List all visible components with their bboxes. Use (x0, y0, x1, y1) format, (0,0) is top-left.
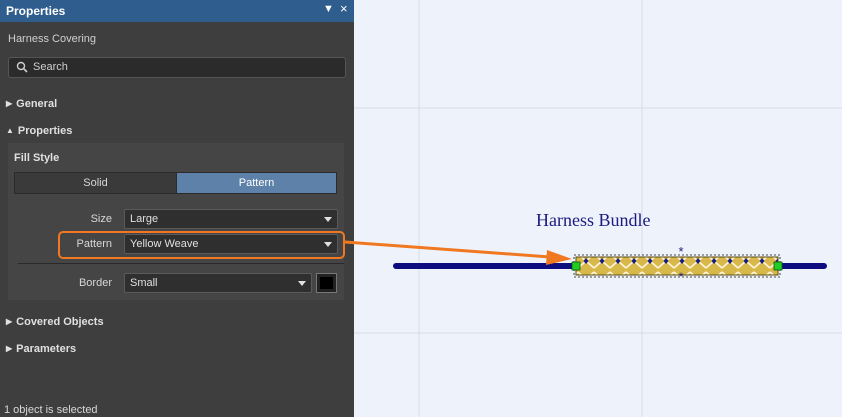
fill-style-solid-button[interactable]: Solid (14, 172, 177, 194)
size-dropdown[interactable]: Large (124, 209, 338, 229)
size-value: Large (130, 213, 159, 225)
border-value: Small (130, 277, 158, 289)
size-label: Size (90, 213, 112, 225)
schematic-canvas[interactable]: * * (354, 0, 842, 417)
section-properties[interactable]: ▲ Properties (6, 125, 72, 137)
section-general[interactable]: ▶ General (6, 98, 57, 110)
harness-bundle-label[interactable]: Harness Bundle (536, 210, 650, 231)
properties-panel: Properties ▼ × Harness Covering ▶General… (0, 0, 354, 417)
chevron-down-icon (324, 242, 332, 247)
chevron-down-icon (324, 217, 332, 222)
object-type-label: Harness Covering (8, 33, 97, 45)
expand-triangle-icon: ▶ (6, 344, 13, 353)
collapse-triangle-icon: ▲ (6, 126, 14, 135)
border-label: Border (78, 277, 112, 289)
divider (18, 263, 344, 264)
fill-style-pattern-button[interactable]: Pattern (176, 172, 337, 194)
section-covered-objects[interactable]: ▶ Covered Objects (6, 316, 104, 328)
section-parameters[interactable]: ▶ Parameters (6, 343, 76, 355)
search-input[interactable] (33, 60, 333, 74)
border-color-swatch[interactable] (316, 273, 337, 293)
pattern-value: Yellow Weave (130, 238, 199, 250)
status-text: 1 object is selected (4, 404, 98, 416)
color-swatch-fill (320, 277, 333, 289)
reference-marker-icon: * (678, 244, 683, 259)
pattern-dropdown[interactable]: Yellow Weave (124, 234, 338, 254)
panel-menu-icon[interactable]: ▼ (323, 3, 334, 15)
search-box[interactable] (8, 57, 346, 78)
panel-titlebar: Properties ▼ × (0, 0, 354, 22)
reference-marker-icon: * (679, 271, 684, 283)
search-icon (16, 61, 28, 73)
pattern-label: Pattern (76, 238, 112, 250)
fill-style-label: Fill Style (14, 152, 60, 164)
selection-handle-right[interactable] (773, 261, 783, 271)
canvas-grid (354, 0, 842, 417)
expand-triangle-icon: ▶ (6, 317, 13, 326)
close-icon[interactable]: × (340, 1, 348, 16)
chevron-down-icon (298, 281, 306, 286)
border-dropdown[interactable]: Small (124, 273, 312, 293)
expand-triangle-icon: ▶ (6, 99, 13, 108)
harness-covering[interactable] (575, 256, 779, 276)
panel-title: Properties (6, 4, 66, 18)
selection-handle-left[interactable] (571, 261, 581, 271)
